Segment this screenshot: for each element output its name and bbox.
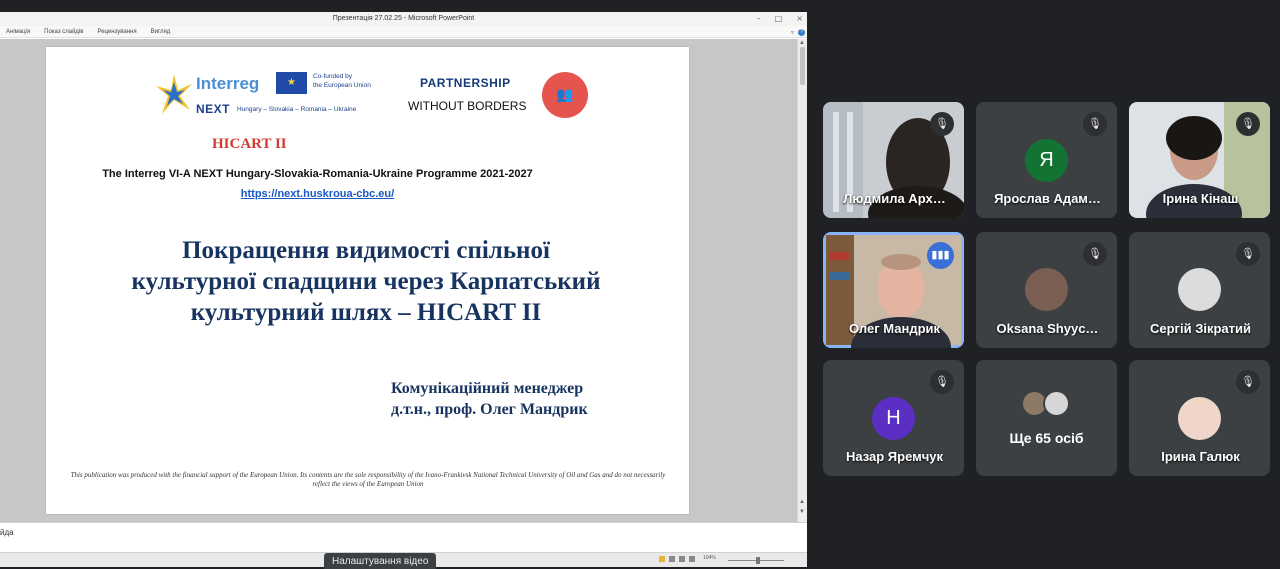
participant-tile[interactable]: 🎙 Сергій Зікратий xyxy=(1129,232,1270,348)
participant-name: Людмила Арх… xyxy=(843,191,946,206)
notes-text: йда xyxy=(0,528,14,537)
ribbon-collapse-icon[interactable]: ▿ xyxy=(791,29,794,36)
programme-name: The Interreg VI-A NEXT Hungary-Slovakia-… xyxy=(102,168,533,180)
notes-pane[interactable]: йда xyxy=(0,522,807,552)
vertical-scrollbar[interactable]: ▲ ▲ ▼ xyxy=(797,39,807,522)
mic-off-icon: 🎙 xyxy=(1236,370,1260,394)
slide: Interreg ★ Co-funded by the European Uni… xyxy=(46,47,689,514)
slideshow-view-icon[interactable] xyxy=(689,556,695,562)
slide-title-line: культурної спадщини через Карпатський xyxy=(131,268,601,295)
participant-name: Олег Мандрик xyxy=(848,321,941,336)
eu-disclaimer: This publication was produced with the f… xyxy=(70,471,666,488)
ribbon-right-controls: ▿ ? xyxy=(791,26,805,38)
zoom-slider-knob[interactable] xyxy=(756,557,760,564)
partnership-subtitle: WITHOUT BORDERS xyxy=(408,99,527,113)
presenter-name: д.т.н., проф. Олег Мандрик xyxy=(391,401,588,418)
reading-view-icon[interactable] xyxy=(679,556,685,562)
avatar xyxy=(1025,268,1068,311)
cofunded-text: Co-funded by the European Union xyxy=(313,73,371,89)
mic-off-icon: 🎙 xyxy=(1083,242,1107,266)
participant-name: Сергій Зікратий xyxy=(1150,321,1251,336)
minimize-icon[interactable]: – xyxy=(757,12,761,26)
slide-title-line: Покращення видимості спільної xyxy=(182,237,550,264)
more-participants-avatars xyxy=(1021,390,1070,417)
avatar xyxy=(1178,397,1221,440)
slide-title-line: культурний шлях – HICART II xyxy=(190,299,542,326)
partnership-people-icon: 👥 xyxy=(542,72,588,118)
next-slide-icon[interactable]: ▼ xyxy=(799,509,805,515)
participant-name: Oksana Shyyc… xyxy=(996,321,1099,336)
ribbon-tabs: Анімація Показ слайдів Рецензування Вигл… xyxy=(0,26,807,38)
participant-tile-active[interactable]: ▮▮▮ Олег Мандрик xyxy=(823,232,964,348)
avatar: Н xyxy=(872,397,915,440)
interreg-star-icon xyxy=(156,74,192,114)
participant-name: Ірина Кінаш xyxy=(1162,191,1239,206)
interreg-wordmark: Interreg xyxy=(196,74,260,93)
scroll-up-icon[interactable]: ▲ xyxy=(799,40,805,46)
avatar: Я xyxy=(1025,139,1068,182)
window-controls: – □ × xyxy=(757,12,803,26)
mic-off-icon: 🎙 xyxy=(930,370,954,394)
tab-view[interactable]: Вигляд xyxy=(151,26,171,37)
participant-tile[interactable]: 🎙 Н Назар Яремчук xyxy=(823,360,964,476)
participant-tile[interactable]: 🎙 Oksana Shyyc… xyxy=(976,232,1117,348)
scrollbar-thumb[interactable] xyxy=(800,47,805,85)
countries-text: Hungary – Slovakia – Romania – Ukraine xyxy=(237,106,357,113)
programme-link[interactable]: https://next.huskroua-cbc.eu/ xyxy=(46,188,689,200)
tab-slideshow[interactable]: Показ слайдів xyxy=(44,26,83,37)
close-icon[interactable]: × xyxy=(796,12,803,26)
presenter-role: Комунікаційний менеджер xyxy=(391,380,584,397)
view-buttons xyxy=(659,556,695,562)
participant-tile[interactable]: 🎙 Ірина Галюк xyxy=(1129,360,1270,476)
interreg-logo: Interreg ★ Co-funded by the European Uni… xyxy=(154,72,389,118)
partnership-title: PARTNERSHIP xyxy=(420,76,511,90)
participant-name: Ярослав Адам… xyxy=(994,191,1101,206)
prev-slide-icon[interactable]: ▲ xyxy=(799,499,805,505)
avatar xyxy=(1043,390,1070,417)
participant-tile[interactable]: 🎙 Я Ярослав Адам… xyxy=(976,102,1117,218)
normal-view-icon[interactable] xyxy=(659,556,665,562)
participant-tile[interactable]: 🎙 Людмила Арх… xyxy=(823,102,964,218)
tab-review[interactable]: Рецензування xyxy=(97,26,136,37)
mic-off-icon: 🎙 xyxy=(1236,112,1260,136)
participant-name: Назар Яремчук xyxy=(845,449,944,464)
help-icon[interactable]: ? xyxy=(798,28,805,36)
more-participants-tile[interactable]: Ще 65 осіб xyxy=(976,360,1117,476)
participant-name: Ірина Галюк xyxy=(1161,449,1240,464)
maximize-icon[interactable]: □ xyxy=(775,12,783,26)
next-wordmark: NEXT xyxy=(196,102,231,116)
speaking-indicator-icon: ▮▮▮ xyxy=(927,242,954,269)
mic-off-icon: 🎙 xyxy=(930,112,954,136)
project-name: HICART II xyxy=(212,136,287,152)
mic-off-icon: 🎙 xyxy=(1083,112,1107,136)
sorter-view-icon[interactable] xyxy=(669,556,675,562)
participant-tile[interactable]: 🎙 Ірина Кінаш xyxy=(1129,102,1270,218)
eu-flag-icon: ★ xyxy=(276,72,307,94)
more-participants-label: Ще 65 осіб xyxy=(1009,430,1084,446)
mic-off-icon: 🎙 xyxy=(1236,242,1260,266)
presenter-info: Комунікаційний менеджер д.т.н., проф. Ол… xyxy=(391,378,588,420)
slide-title: Покращення видимості спільної культурної… xyxy=(106,235,626,328)
window-title: Презентація 27.02.25 - Microsoft PowerPo… xyxy=(0,12,807,26)
zoom-level: 104% xyxy=(703,555,716,561)
avatar xyxy=(1178,268,1221,311)
tab-animation[interactable]: Анімація xyxy=(6,26,30,37)
